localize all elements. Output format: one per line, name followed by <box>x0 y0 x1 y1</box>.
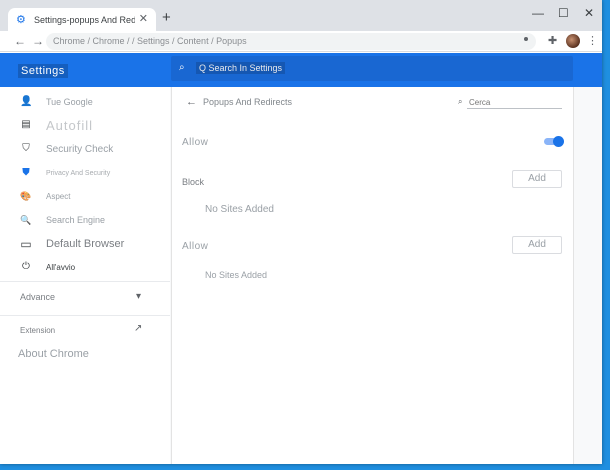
person-icon: 👤 <box>20 96 33 107</box>
sidebar-item-search-engine[interactable]: 🔍 Search Engine <box>0 210 170 230</box>
page-title: Settings <box>18 64 68 78</box>
allow-section-label: Allow <box>182 241 209 252</box>
browser-window: ⚙ Settings-popups And Redirects ✕ + — ☐ … <box>0 0 602 464</box>
sidebar: 👤 Tue Google ▤ Autofill ⛉ Security Check… <box>0 87 170 464</box>
menu-kebab-icon[interactable]: ⋮ <box>587 34 598 48</box>
new-tab-button[interactable]: + <box>162 10 171 26</box>
sidebar-item-security-check[interactable]: ⛉ Security Check <box>0 139 170 159</box>
chevron-down-icon[interactable]: ▾ <box>136 291 141 303</box>
address-bar[interactable]: Chrome / Chrome / / Settings / Content /… <box>46 33 536 50</box>
sidebar-item-label: Search Engine <box>46 215 106 225</box>
sidebar-item-label: Aspect <box>46 191 71 201</box>
sidebar-item-on-startup[interactable]: ⏻ All'avvio <box>0 257 170 277</box>
block-add-button[interactable]: Add <box>512 170 562 188</box>
sidebar-item-label: Tue Google <box>46 97 93 107</box>
block-empty-message: No Sites Added <box>205 204 274 215</box>
sidebar-divider <box>0 281 170 282</box>
popups-settings-card: ← Popups And Redirects ⌕ Allow Block Add… <box>171 87 574 464</box>
settings-search-bar[interactable]: ⌕ Q Search In Settings <box>171 56 573 81</box>
extensions-puzzle-icon[interactable]: ✚ <box>548 34 557 48</box>
settings-header: Settings ⌕ Q Search In Settings <box>0 53 602 87</box>
sidebar-item-extensions[interactable]: Extension <box>20 326 55 335</box>
minimize-button[interactable]: — <box>532 6 544 20</box>
browser-toolbar: ← → Chrome / Chrome / / Settings / Conte… <box>0 31 602 52</box>
sidebar-item-label: All'avvio <box>46 262 76 272</box>
tab-title: Settings-popups And Redirects <box>34 14 135 25</box>
sidebar-item-label: Security Check <box>46 143 114 155</box>
back-arrow-icon[interactable]: ← <box>186 96 197 108</box>
open-external-icon[interactable]: ↗ <box>134 323 142 335</box>
sidebar-advanced-toggle[interactable]: Advance <box>20 292 55 302</box>
block-section-label: Block <box>182 177 205 187</box>
palette-icon: 🎨 <box>20 191 32 201</box>
clipboard-icon: ▤ <box>21 119 31 130</box>
back-button[interactable]: ← <box>14 34 26 48</box>
power-icon: ⏻ <box>22 261 30 272</box>
sidebar-item-about[interactable]: About Chrome <box>18 348 89 360</box>
avatar[interactable] <box>566 34 580 48</box>
sidebar-item-google[interactable]: 👤 Tue Google <box>0 92 170 112</box>
site-search-input[interactable] <box>467 96 562 109</box>
close-window-button[interactable]: ✕ <box>584 6 594 20</box>
shield-icon: ⛊ <box>22 167 30 178</box>
sidebar-item-aspect[interactable]: 🎨 Aspect <box>0 186 170 206</box>
omnibox-indicator-icon <box>524 37 528 41</box>
sidebar-item-label: Default Browser <box>46 238 125 250</box>
allow-toggle-knob[interactable] <box>553 136 564 147</box>
sidebar-item-privacy[interactable]: ⛊ Privacy And Security <box>0 163 170 183</box>
search-input[interactable]: Q Search In Settings <box>196 62 286 74</box>
section-title: Popups And Redirects <box>203 97 293 107</box>
search-icon: ⌕ <box>179 62 185 73</box>
tab-close-icon[interactable]: ✕ <box>139 14 148 25</box>
sidebar-item-default-browser[interactable]: ▭ Default Browser <box>0 234 170 254</box>
browser-icon: ▭ <box>20 237 32 251</box>
title-bar: ⚙ Settings-popups And Redirects ✕ + — ☐ … <box>0 0 602 31</box>
sidebar-item-autofill[interactable]: ▤ Autofill <box>0 115 170 135</box>
forward-button[interactable]: → <box>32 34 44 48</box>
allow-empty-message: No Sites Added <box>205 270 268 280</box>
sidebar-divider <box>0 315 170 316</box>
search-icon: 🔍 <box>20 215 32 225</box>
search-icon: ⌕ <box>458 97 463 106</box>
sidebar-item-label: Privacy And Security <box>46 169 111 177</box>
allow-add-button[interactable]: Add <box>512 236 562 254</box>
settings-gear-icon: ⚙ <box>16 13 26 26</box>
shield-check-icon: ⛉ <box>22 143 30 154</box>
sidebar-item-label: Autofill <box>46 117 94 133</box>
browser-tab[interactable]: ⚙ Settings-popups And Redirects ✕ <box>8 8 156 31</box>
allow-toggle-label: Allow <box>182 137 209 148</box>
maximize-button[interactable]: ☐ <box>558 6 569 20</box>
right-gutter <box>574 87 602 464</box>
